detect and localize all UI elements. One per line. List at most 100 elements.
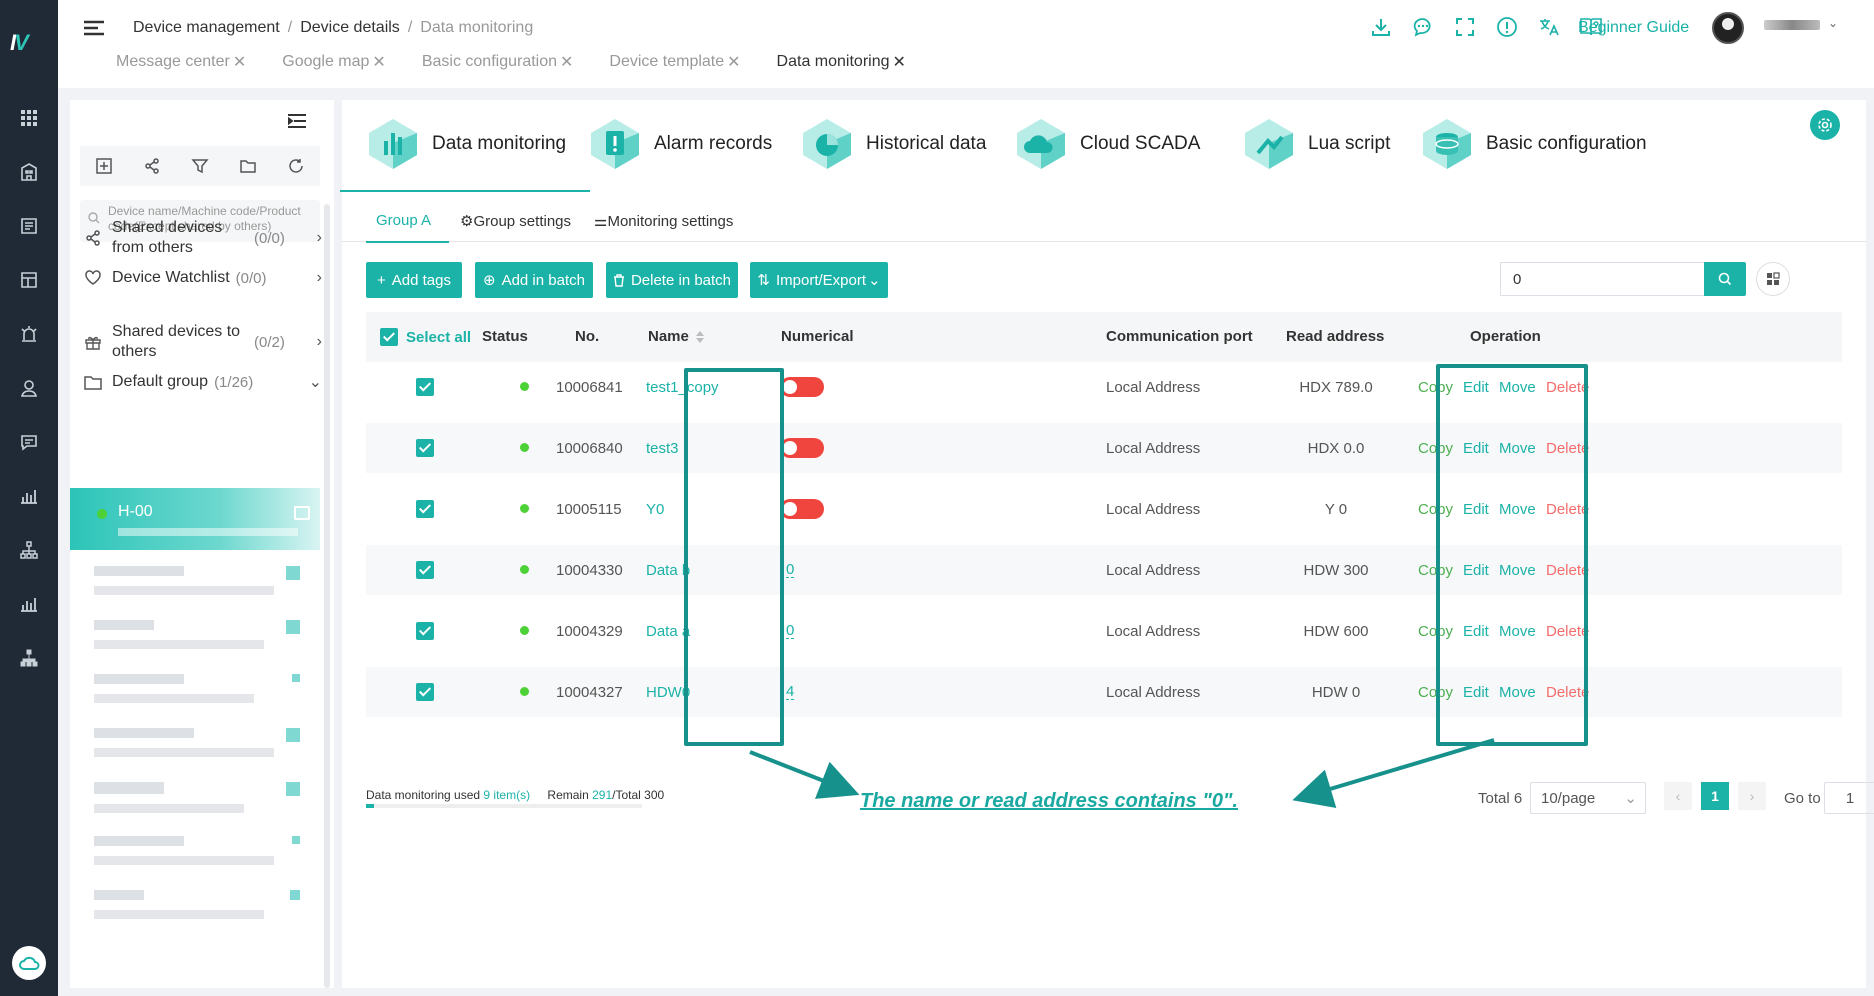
select-all-checkbox[interactable]: Select all <box>380 328 471 346</box>
nav-alarm-records[interactable]: Alarm records <box>584 100 772 188</box>
calendar-icon[interactable] <box>294 506 310 520</box>
tag-search-input[interactable]: 0 <box>1500 262 1704 296</box>
close-icon[interactable]: ✕ <box>372 52 385 72</box>
device-item-redacted[interactable] <box>94 566 314 595</box>
group-device-watchlist[interactable]: Device Watchlist (0/0) › <box>84 268 324 288</box>
numerical-value[interactable]: 0 <box>786 623 795 639</box>
group-shared-to-others[interactable]: Shared devices to others (0/2) › <box>84 322 324 362</box>
bar-chart-icon[interactable] <box>19 486 39 506</box>
nav-lua-script[interactable]: Lua script <box>1238 100 1390 188</box>
close-icon[interactable]: ✕ <box>233 52 246 72</box>
cloud-scada-icon <box>1017 119 1065 169</box>
breadcrumb-item[interactable]: Device management <box>133 19 280 36</box>
next-page-button[interactable]: › <box>1738 782 1766 810</box>
row-checkbox[interactable] <box>416 561 434 579</box>
column-name[interactable]: Name <box>648 328 705 345</box>
close-icon[interactable]: ✕ <box>560 52 573 72</box>
row-checkbox[interactable] <box>416 439 434 457</box>
tab-group-a[interactable]: Group A <box>365 212 450 243</box>
value-toggle-switch[interactable] <box>780 438 824 458</box>
tab-basic-configuration[interactable]: Basic configuration ✕ <box>422 50 574 74</box>
checkbox-checked[interactable] <box>380 328 398 346</box>
refresh-icon[interactable] <box>287 157 305 175</box>
alarm-light-icon[interactable] <box>19 324 39 344</box>
value-toggle-switch[interactable] <box>780 499 824 519</box>
settings-fab[interactable] <box>1810 110 1840 140</box>
close-icon[interactable]: ✕ <box>727 52 740 72</box>
device-item-redacted[interactable] <box>94 890 314 919</box>
alert-icon[interactable] <box>1494 14 1520 40</box>
collapse-sidebar-icon[interactable] <box>288 114 306 128</box>
document-list-icon[interactable] <box>19 216 39 236</box>
tab-message-center[interactable]: Message center ✕ <box>116 50 246 74</box>
page-number-button[interactable]: 1 <box>1701 782 1729 810</box>
app-logo[interactable]: IV <box>10 30 48 60</box>
breadcrumb-item[interactable]: Device details <box>300 19 400 36</box>
device-item-active[interactable]: H-00 <box>70 488 320 550</box>
device-item-redacted[interactable] <box>94 728 314 757</box>
tab-monitoring-settings[interactable]: ⚌Monitoring settings <box>594 212 733 230</box>
group-default[interactable]: Default group (1/26) ⌄ <box>84 372 324 392</box>
username-redacted[interactable] <box>1764 20 1820 30</box>
search-button[interactable] <box>1704 262 1746 296</box>
row-checkbox[interactable] <box>416 500 434 518</box>
user-icon[interactable] <box>19 378 39 398</box>
chevron-down-icon[interactable]: ⌄ <box>1828 16 1838 30</box>
menu-toggle-icon[interactable] <box>84 20 104 36</box>
row-checkbox[interactable] <box>416 622 434 640</box>
row-checkbox[interactable] <box>416 378 434 396</box>
page-tabs: Message center ✕ Google map ✕ Basic config… <box>116 50 942 74</box>
apps-grid-icon[interactable] <box>19 108 39 128</box>
row-read-address: HDX 789.0 <box>1299 379 1373 396</box>
device-item-redacted[interactable] <box>94 836 314 865</box>
translate-icon[interactable] <box>1536 14 1562 40</box>
chat-icon[interactable] <box>1410 14 1436 40</box>
building-icon[interactable] <box>19 162 39 182</box>
row-name-link[interactable]: test3 <box>646 440 679 457</box>
close-icon[interactable]: ✕ <box>893 52 906 72</box>
message-icon[interactable] <box>19 432 39 452</box>
row-name-link[interactable]: Y0 <box>646 501 664 518</box>
group-shared-from-others[interactable]: Shared devices from others (0/0) › <box>84 218 324 258</box>
device-item-redacted[interactable] <box>94 782 314 813</box>
row-checkbox[interactable] <box>416 683 434 701</box>
org-tree-icon[interactable] <box>19 540 39 560</box>
page-size-select[interactable]: 10/page ⌄ <box>1530 782 1646 814</box>
tab-group-settings[interactable]: ⚙Group settings <box>460 212 571 230</box>
folder-icon[interactable] <box>239 157 257 175</box>
sort-icon[interactable] <box>695 330 705 344</box>
nav-data-monitoring[interactable]: Data monitoring <box>339 100 591 192</box>
nav-basic-configuration[interactable]: Basic configuration <box>1416 100 1647 188</box>
beginner-guide-link[interactable]: Beginner Guide <box>1578 19 1689 37</box>
view-toggle-button[interactable] <box>1756 262 1790 296</box>
download-icon[interactable] <box>1368 14 1394 40</box>
tab-google-map[interactable]: Google map ✕ <box>282 50 386 74</box>
avatar[interactable] <box>1712 12 1744 44</box>
tab-data-monitoring[interactable]: Data monitoring ✕ <box>777 50 906 74</box>
layout-icon[interactable] <box>19 270 39 290</box>
numerical-value[interactable]: 4 <box>786 684 795 700</box>
device-item-redacted[interactable] <box>94 674 314 703</box>
delete-in-batch-button[interactable]: Delete in batch <box>606 262 738 298</box>
cloud-status-button[interactable] <box>12 946 46 980</box>
numerical-value[interactable]: 0 <box>786 562 795 578</box>
add-in-batch-button[interactable]: ⊕ Add in batch <box>475 262 593 298</box>
stats-icon[interactable] <box>19 594 39 614</box>
sidebar-scrollbar[interactable] <box>324 204 330 988</box>
chevron-right-icon: › <box>316 333 322 350</box>
share-icon[interactable] <box>143 157 161 175</box>
value-toggle-switch[interactable] <box>780 377 824 397</box>
add-square-icon[interactable] <box>95 157 113 175</box>
prev-page-button[interactable]: ‹ <box>1664 782 1692 810</box>
nav-cloud-scada[interactable]: Cloud SCADA <box>1010 100 1200 188</box>
goto-page-input[interactable]: 1 <box>1824 782 1874 814</box>
device-item-redacted[interactable] <box>94 620 314 649</box>
tab-device-template[interactable]: Device template ✕ <box>609 50 740 74</box>
share-icon <box>86 230 100 246</box>
import-export-button[interactable]: ⇅ Import/Export ⌄ <box>750 262 888 298</box>
fullscreen-icon[interactable] <box>1452 14 1478 40</box>
filter-icon[interactable] <box>191 157 209 175</box>
add-tags-button[interactable]: + Add tags <box>366 262 462 298</box>
nav-historical-data[interactable]: Historical data <box>796 100 986 188</box>
network-icon[interactable] <box>19 648 39 668</box>
